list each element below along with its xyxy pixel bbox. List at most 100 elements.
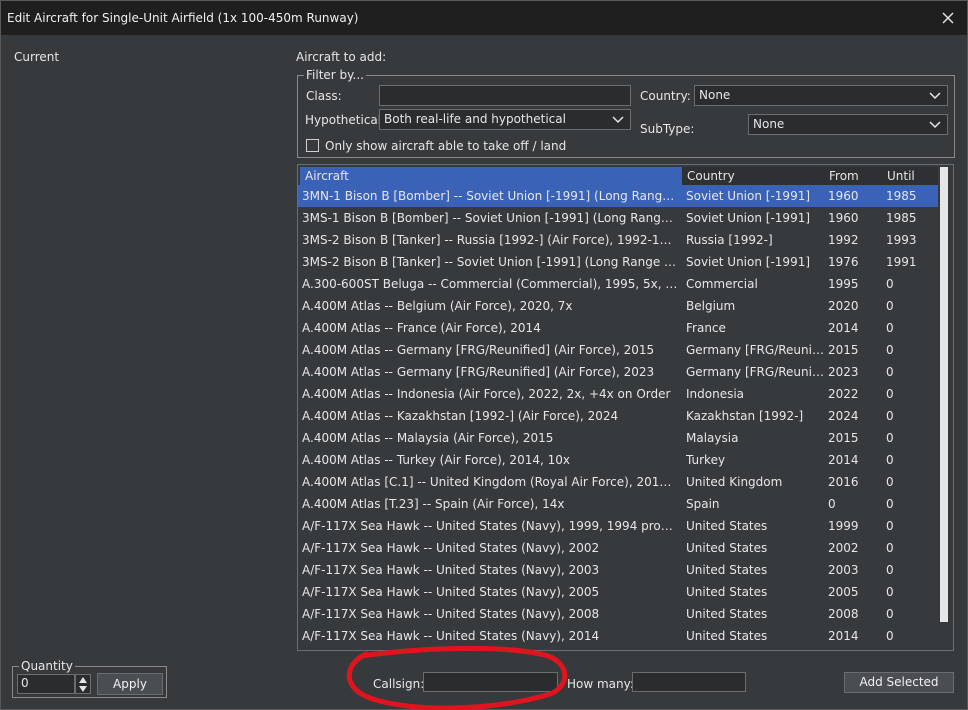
class-label: Class: [306,89,342,103]
current-aircraft-list[interactable] [9,67,285,657]
table-row[interactable]: A.400M Atlas -- Kazakhstan [1992-] (Air … [298,405,938,427]
cell-country: Kazakhstan [1992-] [686,409,804,423]
add-selected-button[interactable]: Add Selected [844,672,954,693]
cell-country: United Kingdom [686,475,783,489]
spin-down-icon[interactable] [79,686,87,692]
how-many-input[interactable] [632,672,746,692]
cell-aircraft: A.400M Atlas -- Indonesia (Air Force), 2… [302,387,671,401]
cell-aircraft: A.300-600ST Beluga -- Commercial (Commer… [302,277,678,291]
table-row[interactable]: A.400M Atlas -- France (Air Force), 2014… [298,317,938,339]
cell-country: Belgium [686,299,736,313]
class-input[interactable] [379,85,631,106]
aircraft-to-add-label: Aircraft to add: [296,50,387,64]
cell-from: 2015 [828,343,859,357]
filter-legend: Filter by... [304,68,366,82]
table-row[interactable]: A.400M Atlas [C.1] -- United Kingdom (Ro… [298,471,938,493]
callsign-label: Callsign: [373,677,425,691]
cell-aircraft: A/F-117X Sea Hawk -- United States (Navy… [302,563,600,577]
chevron-down-icon [612,116,624,124]
cell-country: Turkey [686,453,726,467]
column-header-aircraft[interactable]: Aircraft [300,167,682,185]
callsign-input[interactable] [423,672,558,692]
cell-aircraft: A/F-117X Sea Hawk -- United States (Navy… [302,541,600,555]
table-row[interactable]: A/F-117X Sea Hawk -- United States (Navy… [298,581,938,603]
column-header-country[interactable]: Country [682,167,826,185]
table-row[interactable]: A.400M Atlas -- Turkey (Air Force), 2014… [298,449,938,471]
cell-from: 2022 [828,387,859,401]
chevron-down-icon [929,92,941,100]
cell-aircraft: A/F-117X Sea Hawk -- United States (Navy… [302,585,600,599]
title-bar: Edit Aircraft for Single-Unit Airfield (… [1,1,967,35]
spin-up-icon[interactable] [79,677,87,683]
apply-button[interactable]: Apply [97,673,163,695]
cell-until: 1985 [886,189,917,203]
cell-country: Russia [1992-] [686,233,773,247]
cell-country: Soviet Union [-1991] [686,189,811,203]
vertical-scrollbar[interactable] [938,167,952,648]
table-row[interactable]: 3MS-2 Bison B [Tanker] -- Soviet Union [… [298,251,938,273]
column-header-until[interactable]: Until [882,167,938,185]
table-row[interactable]: A/F-117X Sea Hawk -- United States (Navy… [298,625,938,647]
cell-aircraft: A.400M Atlas [C.1] -- United Kingdom (Ro… [302,475,678,489]
quantity-input[interactable]: 0 [17,674,75,694]
cell-country: Indonesia [686,387,745,401]
cell-from: 2005 [828,585,859,599]
hypothetical-label: Hypothetical: [305,113,386,127]
table-row[interactable]: A.400M Atlas [T.23] -- Spain (Air Force)… [298,493,938,515]
table-row[interactable]: 3MS-2 Bison B [Tanker] -- Russia [1992-]… [298,229,938,251]
column-header-from[interactable]: From [824,167,882,185]
only-show-checkbox[interactable] [306,139,319,152]
table-row[interactable]: A/F-117X Sea Hawk -- United States (Navy… [298,603,938,625]
table-row[interactable]: 3MS-1 Bison B [Bomber] -- Soviet Union [… [298,207,938,229]
cell-country: Commercial [686,277,758,291]
cell-until: 0 [886,299,894,313]
cell-until: 0 [886,277,894,291]
only-show-label: Only show aircraft able to take off / la… [325,139,567,153]
cell-country: Malaysia [686,431,739,445]
cell-country: United States [686,607,768,621]
table-row[interactable]: 3MN-1 Bison B [Bomber] -- Soviet Union [… [298,185,938,207]
table-row[interactable]: A.400M Atlas -- Belgium (Air Force), 202… [298,295,938,317]
cell-country: Germany [FRG/Reunified] [686,343,826,357]
cell-aircraft: 3MS-2 Bison B [Tanker] -- Russia [1992-]… [302,233,678,247]
table-rows: 3MN-1 Bison B [Bomber] -- Soviet Union [… [298,185,938,647]
country-select[interactable]: None [694,85,948,106]
close-icon[interactable] [937,7,959,29]
cell-aircraft: A.400M Atlas -- Belgium (Air Force), 202… [302,299,573,313]
cell-from: 2024 [828,409,859,423]
table-row[interactable]: A.400M Atlas -- Malaysia (Air Force), 20… [298,427,938,449]
cell-from: 2002 [828,541,859,555]
cell-until: 0 [886,585,894,599]
table-row[interactable]: A/F-117X Sea Hawk -- United States (Navy… [298,559,938,581]
cell-from: 2003 [828,563,859,577]
table-row[interactable]: A.400M Atlas -- Germany [FRG/Reunified] … [298,339,938,361]
cell-country: United States [686,563,768,577]
cell-until: 0 [886,607,894,621]
cell-until: 1985 [886,211,917,225]
table-row[interactable]: A/F-117X Sea Hawk -- United States (Navy… [298,537,938,559]
subtype-select[interactable]: None [748,114,948,135]
cell-until: 0 [886,519,894,533]
table-row[interactable]: A.300-600ST Beluga -- Commercial (Commer… [298,273,938,295]
cell-until: 0 [886,321,894,335]
cell-from: 1995 [828,277,859,291]
table-row[interactable]: A.400M Atlas -- Indonesia (Air Force), 2… [298,383,938,405]
how-many-label: How many: [567,677,634,691]
scrollbar-thumb[interactable] [940,167,948,622]
cell-aircraft: A.400M Atlas -- Kazakhstan [1992-] (Air … [302,409,619,423]
cell-until: 0 [886,453,894,467]
cell-from: 2014 [828,453,859,467]
cell-from: 2015 [828,431,859,445]
table-row[interactable]: A/F-117X Sea Hawk -- United States (Navy… [298,515,938,537]
cell-aircraft: 3MS-2 Bison B [Tanker] -- Soviet Union [… [302,255,678,269]
table-row[interactable]: A.400M Atlas -- Germany [FRG/Reunified] … [298,361,938,383]
cell-aircraft: A.400M Atlas -- Malaysia (Air Force), 20… [302,431,554,445]
cell-until: 0 [886,563,894,577]
cell-country: Soviet Union [-1991] [686,211,811,225]
aircraft-table[interactable]: Aircraft Country From Until 3MN-1 Bison … [297,164,954,651]
hypothetical-select[interactable]: Both real-life and hypothetical [379,109,631,130]
quantity-stepper[interactable] [75,674,91,694]
cell-from: 1960 [828,211,859,225]
cell-country: United States [686,541,768,555]
country-value: None [699,88,731,102]
